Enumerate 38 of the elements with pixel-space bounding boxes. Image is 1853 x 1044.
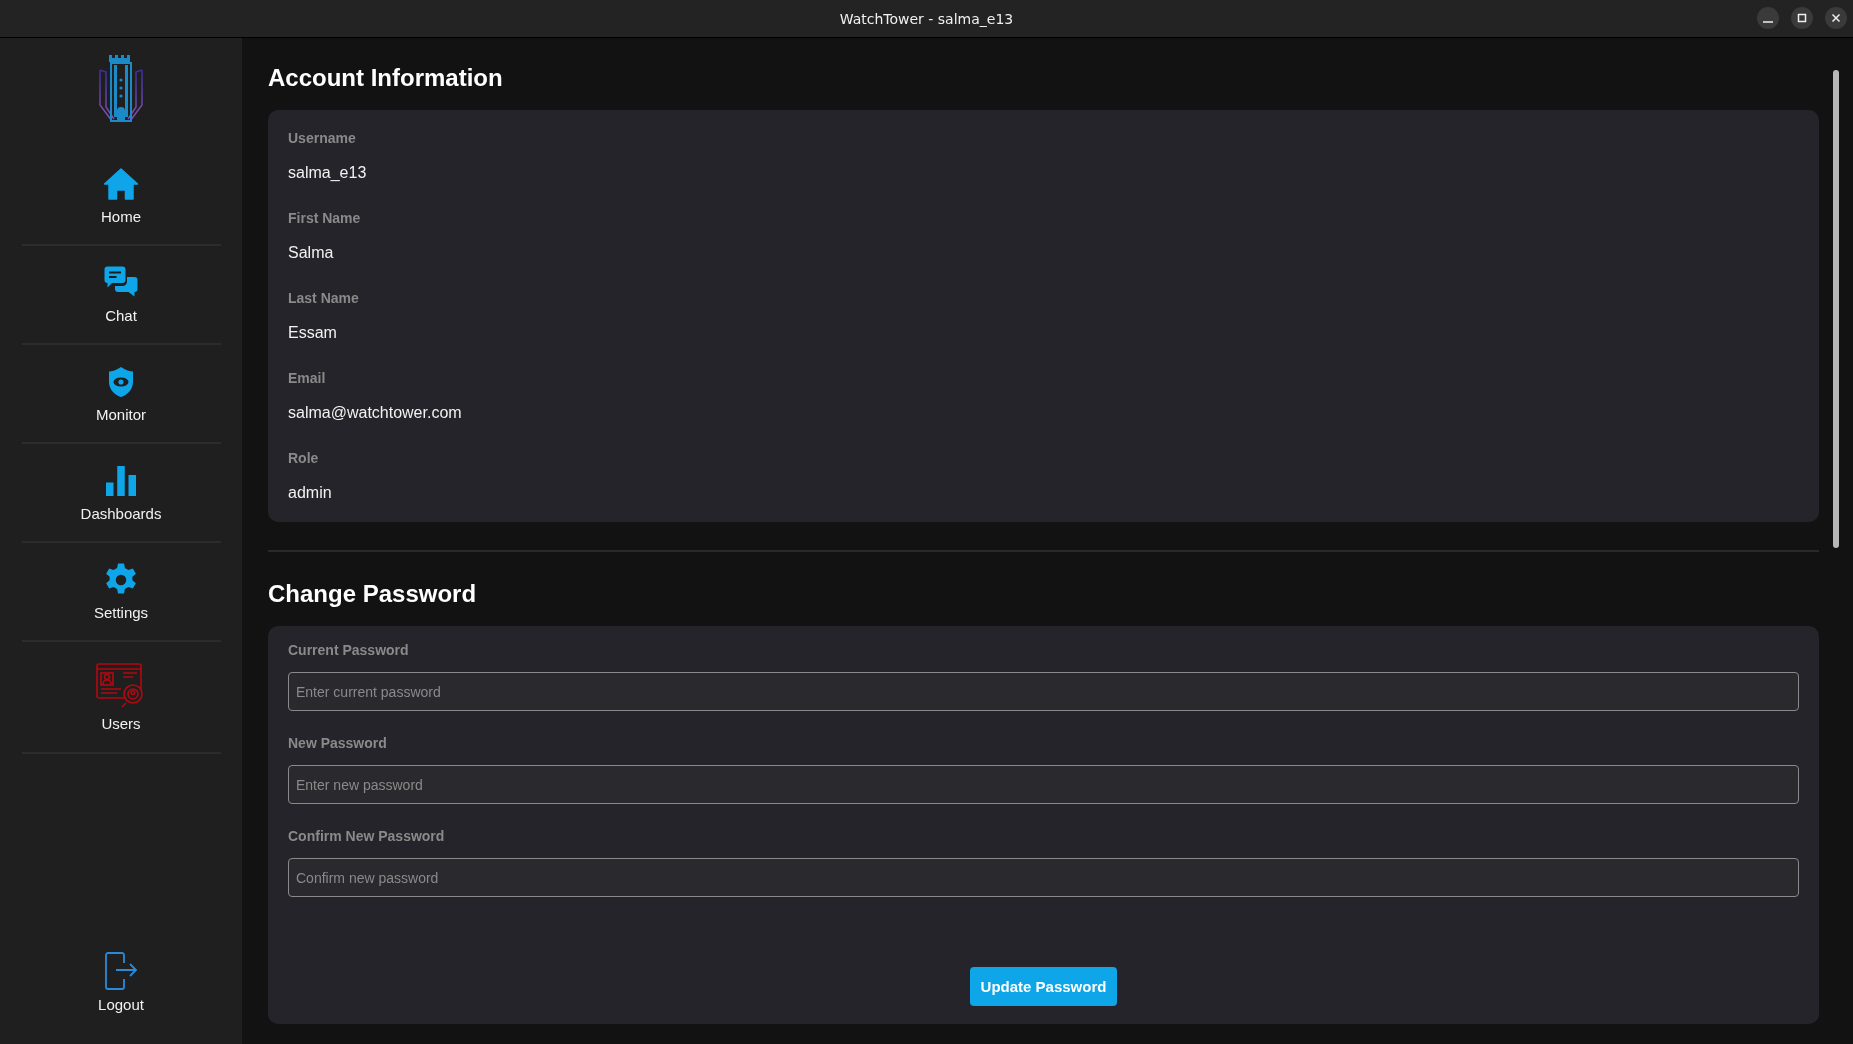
maximize-button[interactable] bbox=[1791, 7, 1813, 29]
field-value: salma_e13 bbox=[288, 164, 368, 182]
field-label: Current Password bbox=[288, 642, 410, 658]
field-label: New Password bbox=[288, 735, 388, 751]
home-icon bbox=[103, 166, 139, 202]
field-label: Confirm New Password bbox=[288, 828, 446, 844]
field-value: Essam bbox=[288, 324, 338, 342]
nav-item[interactable]: Monitor bbox=[21, 345, 221, 444]
field-label: Username bbox=[288, 130, 357, 146]
nav-item[interactable]: Users bbox=[21, 642, 221, 754]
maximize-icon bbox=[1796, 12, 1808, 24]
field-label: First Name bbox=[288, 210, 362, 226]
field-value: Salma bbox=[288, 244, 335, 262]
field-label: Role bbox=[288, 450, 320, 466]
close-icon bbox=[1830, 12, 1842, 24]
scrollbar[interactable] bbox=[1833, 70, 1839, 548]
nav-item[interactable]: Chat bbox=[21, 246, 221, 345]
nav-item[interactable]: Settings bbox=[21, 543, 221, 642]
field-label: Last Name bbox=[288, 290, 360, 306]
close-button[interactable] bbox=[1825, 7, 1847, 29]
tower-logo-icon bbox=[98, 55, 144, 123]
nav-item[interactable]: Home bbox=[21, 147, 221, 246]
window-title: WatchTower - salma_e13 bbox=[839, 10, 1014, 27]
minimize-icon bbox=[1763, 21, 1773, 23]
section-heading: Account Information bbox=[268, 64, 504, 92]
password-field[interactable]: Confirm new password bbox=[288, 858, 1799, 897]
minimize-button[interactable] bbox=[1757, 7, 1779, 29]
bar-chart-icon bbox=[103, 463, 139, 499]
password-field[interactable]: Enter current password bbox=[288, 672, 1799, 711]
field-value: admin bbox=[288, 484, 333, 502]
password-field[interactable]: Enter new password bbox=[288, 765, 1799, 804]
user-profile-settings-icon bbox=[96, 662, 146, 709]
field-value: salma@watchtower.com bbox=[288, 404, 463, 422]
nav-item[interactable]: Dashboards bbox=[21, 444, 221, 543]
section-heading: Change Password bbox=[268, 580, 478, 608]
logout-button[interactable]: Logout bbox=[21, 933, 221, 1032]
logout-icon bbox=[104, 952, 138, 990]
field-label: Email bbox=[288, 370, 327, 386]
